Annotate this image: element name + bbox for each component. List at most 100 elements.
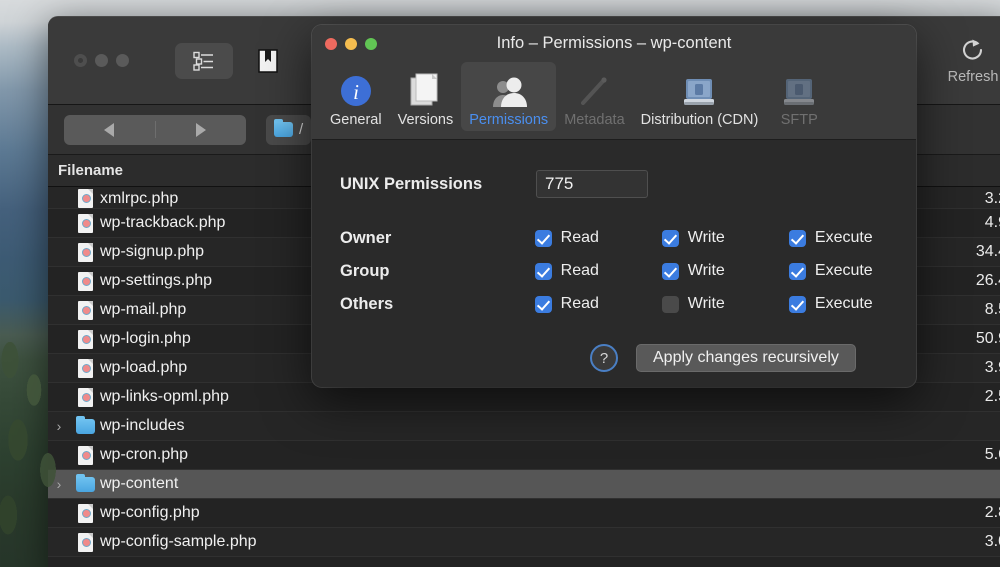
checkbox-others-write[interactable]: Write [661, 295, 789, 313]
file-size-cell: 5.6 [984, 446, 1000, 463]
back-button[interactable] [64, 122, 155, 137]
info-dialog-window: Info – Permissions – wp-content i General… [312, 25, 916, 387]
permission-row-group: Group Read Write Execute [312, 257, 916, 285]
disclosure-triangle-icon[interactable]: › [48, 476, 70, 492]
checkbox-checked-icon[interactable] [661, 262, 679, 280]
tab-general[interactable]: i General [322, 62, 390, 131]
php-file-icon [77, 242, 93, 262]
file-name-cell: wp-settings.php [100, 272, 213, 289]
pencil-icon [577, 68, 611, 108]
icon-cell [70, 300, 100, 320]
documents-icon [408, 68, 442, 108]
zoom-button[interactable] [116, 54, 129, 67]
unix-permissions-label: UNIX Permissions [340, 174, 483, 193]
icon-cell [70, 415, 100, 434]
back-forward-control[interactable] [64, 114, 247, 145]
icon-cell [70, 473, 100, 492]
icon-cell [70, 271, 100, 291]
php-file-icon [77, 300, 93, 320]
icon-cell [70, 189, 100, 208]
file-name-cell: wp-login.php [100, 330, 191, 347]
bookmark-icon [258, 48, 278, 73]
file-name-cell: wp-content [100, 475, 179, 492]
checkbox-others-read[interactable]: Read [534, 295, 662, 313]
dialog-header: Info – Permissions – wp-content i General… [312, 25, 916, 140]
checkbox-checked-icon[interactable] [534, 262, 552, 280]
table-row[interactable]: wp-config-sample.php 3.0 [48, 528, 1000, 557]
tab-sftp[interactable]: SFTP [766, 62, 832, 131]
checkbox-checked-icon[interactable] [534, 229, 552, 247]
tab-label: Permissions [469, 112, 549, 128]
bookmark-button[interactable] [251, 43, 285, 79]
checkbox-unchecked-icon[interactable] [661, 295, 679, 313]
checkbox-checked-icon[interactable] [788, 262, 806, 280]
help-button[interactable]: ? [590, 344, 618, 372]
checkbox-owner-write[interactable]: Write [661, 229, 789, 247]
checkbox-label: Write [687, 295, 725, 312]
outline-list-button[interactable] [175, 42, 233, 79]
tab-distribution-cdn[interactable]: Distribution (CDN) [633, 62, 767, 131]
file-size-cell: 3.2 [984, 190, 1000, 207]
tab-label: General [330, 112, 382, 128]
checkbox-group-execute[interactable]: Execute [788, 262, 916, 280]
path-breadcrumb[interactable]: / [266, 114, 312, 145]
permission-row-label: Owner [340, 228, 392, 247]
checkbox-label: Execute [814, 262, 873, 279]
folder-icon [75, 415, 95, 434]
file-size-cell: 26.4 [975, 272, 1000, 289]
dialog-title: Info – Permissions – wp-content [496, 34, 732, 52]
checkbox-owner-execute[interactable]: Execute [788, 229, 916, 247]
checkbox-label: Execute [814, 229, 873, 246]
outline-list-icon [193, 51, 213, 71]
server-icon [682, 68, 716, 108]
folder-icon [274, 119, 293, 137]
tab-permissions[interactable]: Permissions [461, 62, 557, 131]
minimize-button[interactable] [95, 54, 108, 67]
toolbar-item-refresh[interactable]: Refresh [936, 27, 1000, 85]
checkbox-checked-icon[interactable] [788, 229, 806, 247]
php-file-icon [77, 271, 93, 291]
tab-metadata[interactable]: Metadata [556, 62, 632, 131]
tab-label: Versions [397, 112, 454, 128]
file-size-cell: 3.0 [984, 533, 1000, 550]
file-name-cell: wp-mail.php [100, 301, 187, 318]
checkbox-label: Read [560, 229, 599, 246]
file-name-cell: wp-config.php [100, 504, 200, 521]
table-row[interactable]: › wp-includes [48, 412, 1000, 441]
permission-row-others: Others Read Write Execute [312, 290, 916, 318]
permission-row-label: Others [340, 294, 394, 313]
checkbox-checked-icon[interactable] [788, 295, 806, 313]
server-icon [782, 68, 816, 108]
table-row[interactable]: wp-links-opml.php 2.5 [48, 383, 1000, 412]
checkbox-owner-read[interactable]: Read [534, 229, 662, 247]
unix-permissions-input[interactable]: 775 [536, 170, 648, 198]
checkbox-group-write[interactable]: Write [661, 262, 789, 280]
file-size-cell: 8.5 [984, 301, 1000, 318]
close-button[interactable] [74, 54, 87, 67]
unix-permissions-row: UNIX Permissions 775 [312, 170, 916, 198]
file-name-cell: wp-config-sample.php [100, 533, 257, 550]
tab-versions[interactable]: Versions [390, 62, 462, 131]
checkbox-label: Read [560, 262, 599, 279]
icon-cell [70, 358, 100, 378]
refresh-icon [960, 33, 986, 67]
checkbox-label: Read [560, 295, 599, 312]
table-row[interactable]: wp-config.php 2.8 [48, 499, 1000, 528]
path-text: / [299, 121, 304, 138]
forward-button[interactable] [156, 122, 247, 137]
table-row[interactable]: wp-cron.php 5.6 [48, 441, 1000, 470]
checkbox-others-execute[interactable]: Execute [788, 295, 916, 313]
file-name-cell: wp-includes [100, 417, 185, 434]
checkbox-checked-icon[interactable] [534, 295, 552, 313]
table-row[interactable]: › wp-content [48, 470, 1000, 499]
dialog-tabbar[interactable]: i General Versions Permissions Metadata Distr… [312, 62, 916, 137]
disclosure-triangle-icon[interactable]: › [48, 418, 70, 434]
tab-label: SFTP [780, 112, 818, 128]
forward-arrow-icon [195, 122, 206, 137]
checkbox-checked-icon[interactable] [661, 229, 679, 247]
dialog-titlebar[interactable]: Info – Permissions – wp-content [312, 25, 916, 62]
apply-changes-recursively-button[interactable]: Apply changes recursively [636, 344, 856, 372]
checkbox-group-read[interactable]: Read [534, 262, 662, 280]
file-size-cell: 2.5 [984, 388, 1000, 405]
permission-row-label: Group [340, 261, 390, 280]
